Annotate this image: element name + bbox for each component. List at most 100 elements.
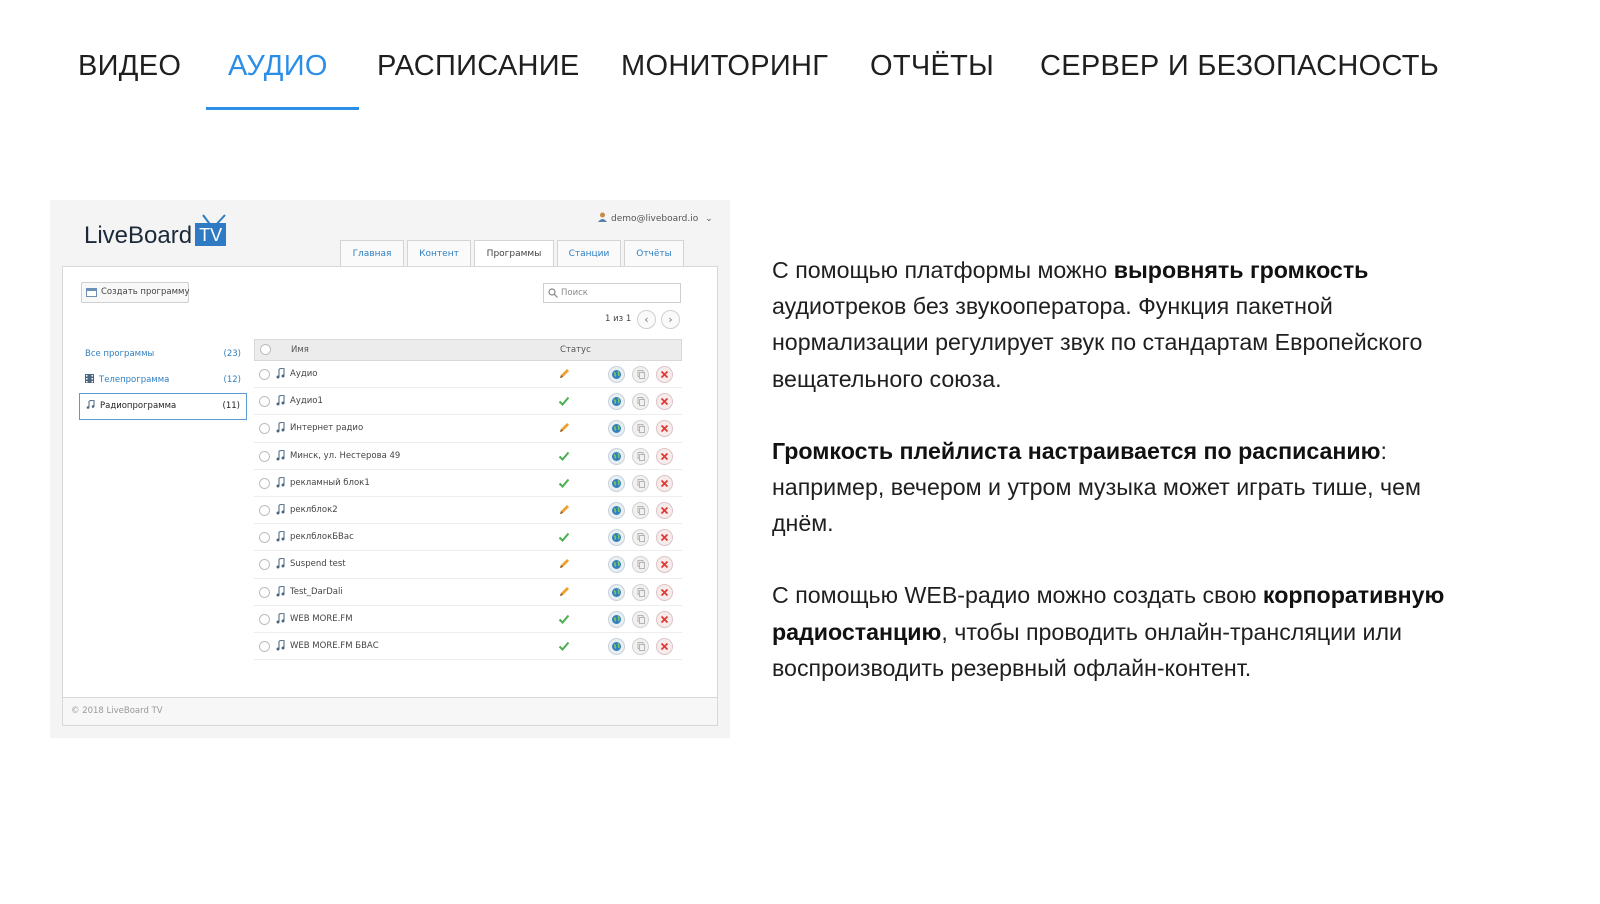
next-page-button[interactable]: ›	[661, 310, 680, 329]
publish-button[interactable]	[608, 447, 625, 465]
delete-button[interactable]	[656, 474, 673, 492]
publish-button[interactable]	[608, 393, 625, 411]
copy-button[interactable]	[632, 393, 649, 411]
globe-icon	[612, 370, 621, 379]
tab-audio[interactable]: АУДИО	[228, 50, 328, 83]
column-header-status: Статус	[560, 345, 591, 355]
music-note-icon	[276, 422, 285, 433]
text: С помощью WEB-радио можно создать свою	[772, 582, 1263, 609]
table-row[interactable]: Аудио1	[254, 388, 682, 416]
table-row[interactable]: реклблокБВас	[254, 524, 682, 552]
tab-server-security[interactable]: СЕРВЕР И БЕЗОПАСНОСТЬ	[1040, 50, 1439, 83]
globe-icon	[612, 505, 621, 515]
delete-button[interactable]	[656, 447, 673, 465]
select-all-checkbox[interactable]	[260, 344, 271, 355]
row-checkbox[interactable]	[259, 450, 270, 462]
app-tab-content[interactable]: Контент	[407, 240, 471, 267]
row-checkbox[interactable]	[259, 504, 270, 516]
category-count: (12)	[223, 375, 241, 385]
app-tab-programs[interactable]: Программы	[474, 240, 554, 268]
row-checkbox[interactable]	[259, 559, 270, 571]
music-note-icon	[276, 585, 285, 596]
prev-page-button[interactable]: ‹	[637, 310, 656, 329]
publish-button[interactable]	[608, 366, 625, 383]
table-row[interactable]: Минск, ул. Нестерова 49	[254, 443, 682, 470]
create-program-button[interactable]: Создать программу	[81, 282, 189, 303]
pencil-icon	[560, 369, 569, 378]
row-checkbox[interactable]	[259, 477, 270, 489]
copy-button[interactable]	[632, 556, 649, 574]
table-row[interactable]: WEB MORE.FM	[254, 606, 682, 633]
row-checkbox[interactable]	[259, 532, 270, 544]
delete-button[interactable]	[656, 637, 673, 655]
publish-button[interactable]	[608, 637, 625, 655]
table-row[interactable]: Аудио	[254, 361, 682, 389]
app-tab-reports[interactable]: Отчёты	[624, 240, 684, 267]
copy-button[interactable]	[632, 529, 649, 547]
tab-video[interactable]: ВИДЕО	[78, 50, 181, 83]
publish-button[interactable]	[608, 556, 625, 574]
table-row[interactable]: WEB MORE.FM БВАС	[254, 633, 682, 661]
delete-button[interactable]	[656, 393, 673, 411]
table-row[interactable]: Test_DarDali	[254, 579, 682, 606]
category-radio[interactable]: Радиопрограмма (11)	[79, 393, 247, 420]
checkmark-icon	[558, 532, 570, 543]
copy-icon	[637, 424, 645, 434]
delete-button[interactable]	[656, 556, 673, 574]
publish-button[interactable]	[608, 420, 625, 438]
delete-button[interactable]	[656, 366, 673, 383]
category-tv[interactable]: Телепрограмма (12)	[79, 367, 247, 393]
globe-icon	[612, 533, 621, 543]
copy-button[interactable]	[632, 447, 649, 465]
publish-button[interactable]	[608, 474, 625, 492]
tab-schedule[interactable]: РАСПИСАНИЕ	[377, 50, 580, 83]
checkmark-icon	[558, 397, 570, 407]
pencil-icon	[560, 423, 569, 433]
row-checkbox[interactable]	[259, 640, 270, 652]
delete-button[interactable]	[656, 583, 673, 601]
close-icon	[660, 479, 669, 487]
publish-button[interactable]	[608, 583, 625, 601]
app-tab-stations[interactable]: Станции	[557, 240, 621, 267]
paragraph-web-radio: С помощью WEB-радио можно создать свою к…	[772, 577, 1472, 686]
table-row[interactable]: Интернет радио	[254, 415, 682, 443]
program-name: реклблокБВас	[290, 532, 354, 543]
program-name: Аудио1	[290, 396, 323, 407]
copy-icon	[637, 505, 645, 515]
tab-monitoring[interactable]: МОНИТОРИНГ	[621, 50, 828, 83]
table-row[interactable]: рекламный блок1	[254, 470, 682, 497]
tab-reports[interactable]: ОТЧЁТЫ	[870, 50, 994, 83]
copy-button[interactable]	[632, 610, 649, 628]
copy-button[interactable]	[632, 583, 649, 601]
delete-button[interactable]	[656, 610, 673, 628]
copy-button[interactable]	[632, 501, 649, 519]
close-icon	[660, 615, 669, 623]
app-tab-home[interactable]: Главная	[340, 240, 404, 267]
delete-button[interactable]	[656, 501, 673, 519]
paragraph-schedule: Громкость плейлиста настраивается по рас…	[772, 433, 1472, 542]
user-menu[interactable]: demo@liveboard.io ⌄	[598, 212, 713, 224]
publish-button[interactable]	[608, 529, 625, 547]
row-checkbox[interactable]	[259, 586, 270, 598]
delete-button[interactable]	[656, 420, 673, 438]
table-row[interactable]: реклблок2	[254, 497, 682, 525]
copy-button[interactable]	[632, 420, 649, 438]
chevron-down-icon: ⌄	[705, 214, 713, 224]
table-row[interactable]: Suspend test	[254, 551, 682, 579]
search-input[interactable]: Поиск	[543, 283, 681, 303]
row-checkbox[interactable]	[259, 369, 270, 380]
copy-button[interactable]	[632, 637, 649, 655]
row-checkbox[interactable]	[259, 613, 270, 625]
delete-button[interactable]	[656, 529, 673, 547]
publish-button[interactable]	[608, 610, 625, 628]
row-checkbox[interactable]	[259, 423, 270, 435]
close-icon	[660, 370, 669, 379]
category-all[interactable]: Все программы (23)	[79, 341, 247, 367]
publish-button[interactable]	[608, 501, 625, 519]
copy-button[interactable]	[632, 366, 649, 383]
close-icon	[660, 452, 669, 460]
film-icon	[85, 374, 94, 383]
copy-button[interactable]	[632, 474, 649, 492]
row-checkbox[interactable]	[259, 396, 270, 408]
pencil-icon	[560, 504, 569, 514]
